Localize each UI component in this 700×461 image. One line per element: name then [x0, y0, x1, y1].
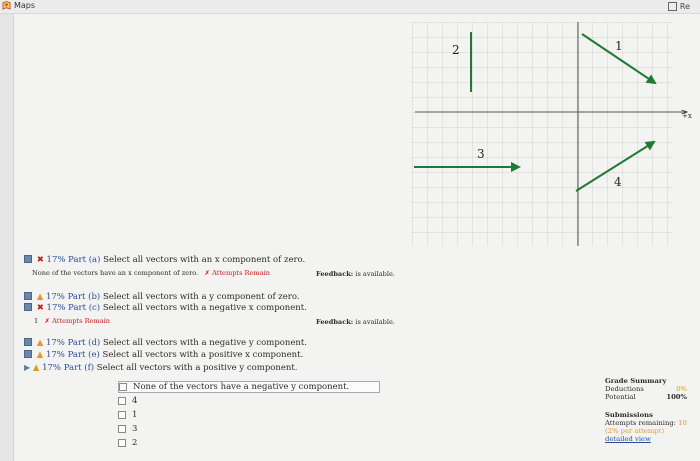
collapse-icon[interactable]	[24, 338, 32, 346]
warning-icon: ▲	[36, 338, 44, 348]
part-b-label: Part (b)	[67, 292, 101, 302]
part-e-text: Select all vectors with a positive x com…	[102, 350, 304, 360]
choice-vector-2[interactable]: 2	[118, 437, 380, 449]
grade-summary-title: Grade Summary	[605, 377, 667, 385]
part-a-text: Select all vectors with an x component o…	[103, 255, 306, 265]
part-c-percent: 17%	[46, 303, 66, 313]
potential-value: 100%	[666, 393, 687, 401]
attempts-remaining-label: Attempts remaining:	[605, 419, 676, 427]
part-c-attempts: ✗ Attempts Remain	[44, 317, 110, 325]
part-a-feedback[interactable]: Feedback: is available.	[316, 270, 395, 278]
part-a-answer: None of the vectors have an x component …	[32, 269, 199, 277]
choice-vector-4[interactable]: 4	[118, 395, 380, 407]
part-d-percent: 17%	[45, 338, 65, 348]
feedback-text: is available.	[355, 318, 395, 326]
reader-button[interactable]: Re	[667, 2, 690, 11]
choice-label: 2	[132, 438, 138, 448]
potential-label: Potential	[605, 393, 636, 401]
part-f-question: ▶ ▲ 17% Part (f) Select all vectors with…	[24, 363, 298, 373]
part-c-feedback[interactable]: Feedback: is available.	[316, 318, 395, 326]
maps-app-icon	[2, 1, 11, 10]
app-title: Maps	[14, 1, 36, 10]
part-c-question: ✖ 17% Part (c) Select all vectors with a…	[24, 303, 307, 313]
choice-label: None of the vectors have a negative y co…	[133, 382, 350, 392]
app-label[interactable]: Maps	[2, 1, 35, 10]
feedback-label: Feedback:	[316, 318, 354, 326]
choice-label: 1	[132, 410, 138, 420]
warning-icon: ▲	[36, 292, 44, 302]
checkbox[interactable]	[119, 383, 127, 391]
feedback-text: is available.	[355, 270, 395, 278]
reader-icon	[667, 2, 677, 11]
incorrect-icon: ✖	[36, 255, 44, 265]
x-axis-label: +x	[682, 112, 692, 120]
part-b-percent: 17%	[45, 292, 65, 302]
per-attempt-note: (2% per attempt)	[605, 427, 665, 435]
part-f-label: Part (f)	[63, 363, 95, 373]
part-a-question: ✖ 17% Part (a) Select all vectors with a…	[24, 255, 305, 265]
vector-2-label: 2	[452, 43, 460, 57]
choice-none[interactable]: None of the vectors have a negative y co…	[118, 381, 380, 393]
collapse-icon[interactable]	[24, 292, 32, 300]
detailed-view-link[interactable]: detailed view	[605, 435, 700, 443]
checkbox[interactable]	[118, 397, 126, 405]
attempts-remaining-value: 10	[678, 419, 687, 427]
part-e-percent: 17%	[45, 350, 65, 360]
part-d-label: Part (d)	[67, 338, 101, 348]
part-b-question: ▲ 17% Part (b) Select all vectors with a…	[24, 292, 300, 302]
choice-vector-1[interactable]: 1	[118, 409, 380, 421]
choice-vector-3[interactable]: 3	[118, 423, 380, 435]
part-c-label: Part (c)	[68, 303, 101, 313]
expand-arrow-icon[interactable]: ▶	[24, 363, 30, 372]
vector-3-label: 3	[477, 147, 485, 161]
warning-icon: ▲	[32, 363, 40, 373]
choice-label: 4	[132, 396, 138, 406]
part-e-label: Part (e)	[67, 350, 100, 360]
feedback-label: Feedback:	[316, 270, 354, 278]
deductions-label: Deductions	[605, 385, 644, 393]
vector-1-label: 1	[615, 39, 623, 53]
window-title-bar: Maps Re	[0, 0, 700, 14]
part-e-question: ▲ 17% Part (e) Select all vectors with a…	[24, 350, 303, 360]
part-a-attempts: ✗ Attempts Remain	[204, 269, 270, 277]
part-a-answer-line: None of the vectors have an x component …	[32, 269, 270, 277]
checkbox[interactable]	[118, 425, 126, 433]
graph-grid	[412, 22, 672, 246]
collapse-icon[interactable]	[24, 303, 32, 311]
vector-4-label: 4	[614, 175, 622, 189]
part-c-text: Select all vectors with a negative x com…	[102, 303, 307, 313]
part-f-percent: 17%	[42, 363, 62, 373]
warning-icon: ▲	[36, 350, 44, 360]
part-a-percent: 17%	[46, 255, 66, 265]
choice-label: 3	[132, 424, 138, 434]
part-c-attempts-line: 1 ✗ Attempts Remain	[34, 317, 110, 325]
left-sidebar-strip	[0, 14, 14, 461]
part-c-attempts-prefix: 1	[34, 317, 39, 325]
submissions-title: Submissions	[605, 411, 653, 419]
deductions-value: 0%	[676, 385, 687, 393]
grade-summary-panel: Grade Summary Deductions 0% Potential 10…	[605, 377, 700, 443]
part-d-question: ▲ 17% Part (d) Select all vectors with a…	[24, 338, 307, 348]
part-d-text: Select all vectors with a negative y com…	[102, 338, 308, 348]
part-f-text: Select all vectors with a positive y com…	[96, 363, 298, 373]
part-a-label: Part (a)	[68, 255, 101, 265]
collapse-icon[interactable]	[24, 255, 32, 263]
checkbox[interactable]	[118, 411, 126, 419]
vector-graph: +x 2 1 3 4	[412, 22, 692, 246]
checkbox[interactable]	[118, 439, 126, 447]
incorrect-icon: ✖	[36, 303, 44, 313]
reader-label: Re	[679, 2, 690, 11]
collapse-icon[interactable]	[24, 350, 32, 358]
part-b-text: Select all vectors with a y component of…	[102, 292, 300, 302]
